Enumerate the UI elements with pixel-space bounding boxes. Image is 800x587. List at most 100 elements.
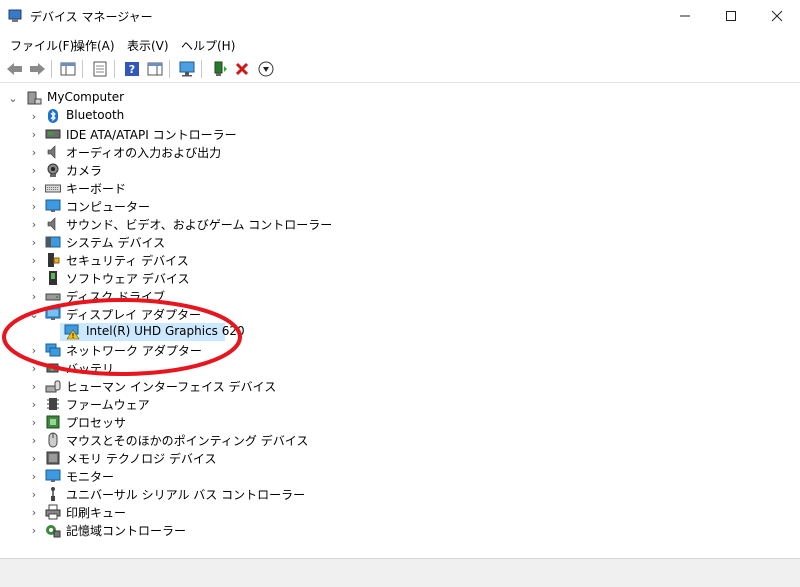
disable-device-button[interactable] xyxy=(256,59,276,79)
category-label: IDE ATA/ATAPI コントローラー xyxy=(66,128,237,142)
expand-chevron-icon[interactable]: › xyxy=(29,449,39,467)
maximize-button[interactable] xyxy=(708,0,754,32)
back-arrow-icon xyxy=(7,63,22,75)
category-label: サウンド、ビデオ、およびゲーム コントローラー xyxy=(66,218,333,232)
tree-category-processors[interactable]: › プロセッサ xyxy=(0,413,800,431)
device-tree: ⌄ MyComputer › Bluetooth › IDE ATA/ATAPI… xyxy=(0,83,800,558)
tree-category-storage-controllers[interactable]: › 記憶域コントローラー xyxy=(0,521,800,539)
tree-category-computer[interactable]: › コンピューター xyxy=(0,197,800,215)
menu-help[interactable]: ヘルプ(H) xyxy=(181,37,235,54)
expand-chevron-icon[interactable]: › xyxy=(29,215,39,233)
category-label: ディスプレイ アダプター xyxy=(66,308,201,322)
expand-chevron-icon[interactable]: › xyxy=(29,485,39,503)
tree-category-software-devices[interactable]: › ソフトウェア デバイス xyxy=(0,269,800,287)
firmware-icon xyxy=(47,398,59,410)
collapse-chevron-icon[interactable]: ⌄ xyxy=(8,89,18,107)
category-label: ファームウェア xyxy=(66,398,150,412)
security-device-icon xyxy=(48,253,60,267)
collapse-chevron-icon[interactable]: ⌄ xyxy=(29,305,39,323)
category-label: バッテリ xyxy=(66,362,115,376)
memory-device-icon xyxy=(46,451,60,465)
toolbar-separator xyxy=(114,60,115,78)
expand-chevron-icon[interactable]: › xyxy=(29,125,39,143)
help-button[interactable]: ? xyxy=(122,59,142,79)
expand-chevron-icon[interactable]: › xyxy=(29,521,39,539)
battery-icon xyxy=(46,363,60,373)
title-bar: デバイス マネージャー xyxy=(0,0,800,32)
tree-category-firmware[interactable]: › ファームウェア xyxy=(0,395,800,413)
svg-text:?: ? xyxy=(129,63,135,76)
tree-root[interactable]: ⌄ MyComputer xyxy=(0,89,800,107)
expand-chevron-icon[interactable]: › xyxy=(29,341,39,359)
expand-chevron-icon[interactable]: › xyxy=(29,233,39,251)
toolbar-separator xyxy=(82,60,83,78)
device-label: Intel(R) UHD Graphics 620 xyxy=(86,324,245,338)
close-button[interactable] xyxy=(754,0,800,32)
expand-chevron-icon[interactable]: › xyxy=(29,269,39,287)
category-label: 印刷キュー xyxy=(66,506,127,520)
update-driver-button[interactable] xyxy=(210,59,230,79)
monitor-icon xyxy=(45,469,61,482)
expand-chevron-icon[interactable]: › xyxy=(29,359,39,377)
expand-chevron-icon[interactable]: › xyxy=(29,161,39,179)
expand-chevron-icon[interactable]: › xyxy=(29,377,39,395)
expand-chevron-icon[interactable]: › xyxy=(29,251,39,269)
properties-icon xyxy=(93,61,107,77)
properties-button[interactable] xyxy=(90,59,110,79)
menu-action[interactable]: 操作(A) xyxy=(73,37,115,54)
action-pane-button[interactable] xyxy=(145,59,165,79)
expand-chevron-icon[interactable]: › xyxy=(29,395,39,413)
category-label: システム デバイス xyxy=(66,236,166,250)
category-label: ヒューマン インターフェイス デバイス xyxy=(66,380,277,394)
expand-chevron-icon[interactable]: › xyxy=(29,197,39,215)
tree-category-monitors[interactable]: › モニター xyxy=(0,467,800,485)
tree-category-usb-controllers[interactable]: › ユニバーサル シリアル バス コントローラー xyxy=(0,485,800,503)
expand-chevron-icon[interactable]: › xyxy=(29,107,39,125)
expand-chevron-icon[interactable]: › xyxy=(29,413,39,431)
tree-category-disk-drives[interactable]: › ディスク ドライブ xyxy=(0,287,800,305)
tree-category-camera[interactable]: › カメラ xyxy=(0,161,800,179)
tree-category-print-queues[interactable]: › 印刷キュー xyxy=(0,503,800,521)
tree-device-intel-uhd-620[interactable]: Intel(R) UHD Graphics 620 xyxy=(0,323,800,341)
menu-view[interactable]: 表示(V) xyxy=(127,37,169,54)
expand-chevron-icon[interactable]: › xyxy=(29,287,39,305)
back-button[interactable] xyxy=(5,59,25,79)
tree-category-keyboard[interactable]: › キーボード xyxy=(0,179,800,197)
help-icon: ? xyxy=(125,62,139,76)
uninstall-device-button[interactable] xyxy=(232,59,252,79)
tree-category-hid[interactable]: › ヒューマン インターフェイス デバイス xyxy=(0,377,800,395)
menu-file[interactable]: ファイル(F) xyxy=(10,37,74,54)
software-device-icon xyxy=(49,271,57,285)
tree-category-sound-video-game[interactable]: › サウンド、ビデオ、およびゲーム コントローラー xyxy=(0,215,800,233)
expand-chevron-icon[interactable]: › xyxy=(29,143,39,161)
tree-category-display-adapters[interactable]: ⌄ ディスプレイ アダプター xyxy=(0,305,800,323)
tree-category-audio-io[interactable]: › オーディオの入力および出力 xyxy=(0,143,800,161)
expand-chevron-icon[interactable]: › xyxy=(29,179,39,197)
display-adapter-warning-icon xyxy=(64,324,80,340)
expand-chevron-icon[interactable]: › xyxy=(29,503,39,521)
processor-icon xyxy=(46,415,60,429)
tree-category-security-devices[interactable]: › セキュリティ デバイス xyxy=(0,251,800,269)
update-driver-icon xyxy=(214,61,227,76)
speaker-icon xyxy=(47,145,56,159)
show-hide-tree-button[interactable] xyxy=(58,59,78,79)
minimize-icon xyxy=(680,15,690,17)
tree-category-network-adapters[interactable]: › ネットワーク アダプター xyxy=(0,341,800,359)
expand-chevron-icon[interactable]: › xyxy=(29,431,39,449)
speaker-icon xyxy=(47,217,56,231)
forward-button[interactable] xyxy=(27,59,47,79)
scan-hardware-button[interactable] xyxy=(177,59,197,79)
display-adapter-icon xyxy=(45,307,61,320)
tree-category-battery[interactable]: › バッテリ xyxy=(0,359,800,377)
category-label: ユニバーサル シリアル バス コントローラー xyxy=(66,488,306,502)
tree-category-mice[interactable]: › マウスとそのほかのポインティング デバイス xyxy=(0,431,800,449)
minimize-button[interactable] xyxy=(662,0,708,32)
tree-category-system-devices[interactable]: › システム デバイス xyxy=(0,233,800,251)
show-hide-tree-icon xyxy=(60,62,76,76)
tree-category-memory-technology[interactable]: › メモリ テクノロジ デバイス xyxy=(0,449,800,467)
printer-icon xyxy=(45,504,61,520)
category-label: コンピューター xyxy=(66,200,151,214)
expand-chevron-icon[interactable]: › xyxy=(29,467,39,485)
tree-category-bluetooth[interactable]: › Bluetooth xyxy=(0,107,800,125)
tree-category-ide[interactable]: › IDE ATA/ATAPI コントローラー xyxy=(0,125,800,143)
